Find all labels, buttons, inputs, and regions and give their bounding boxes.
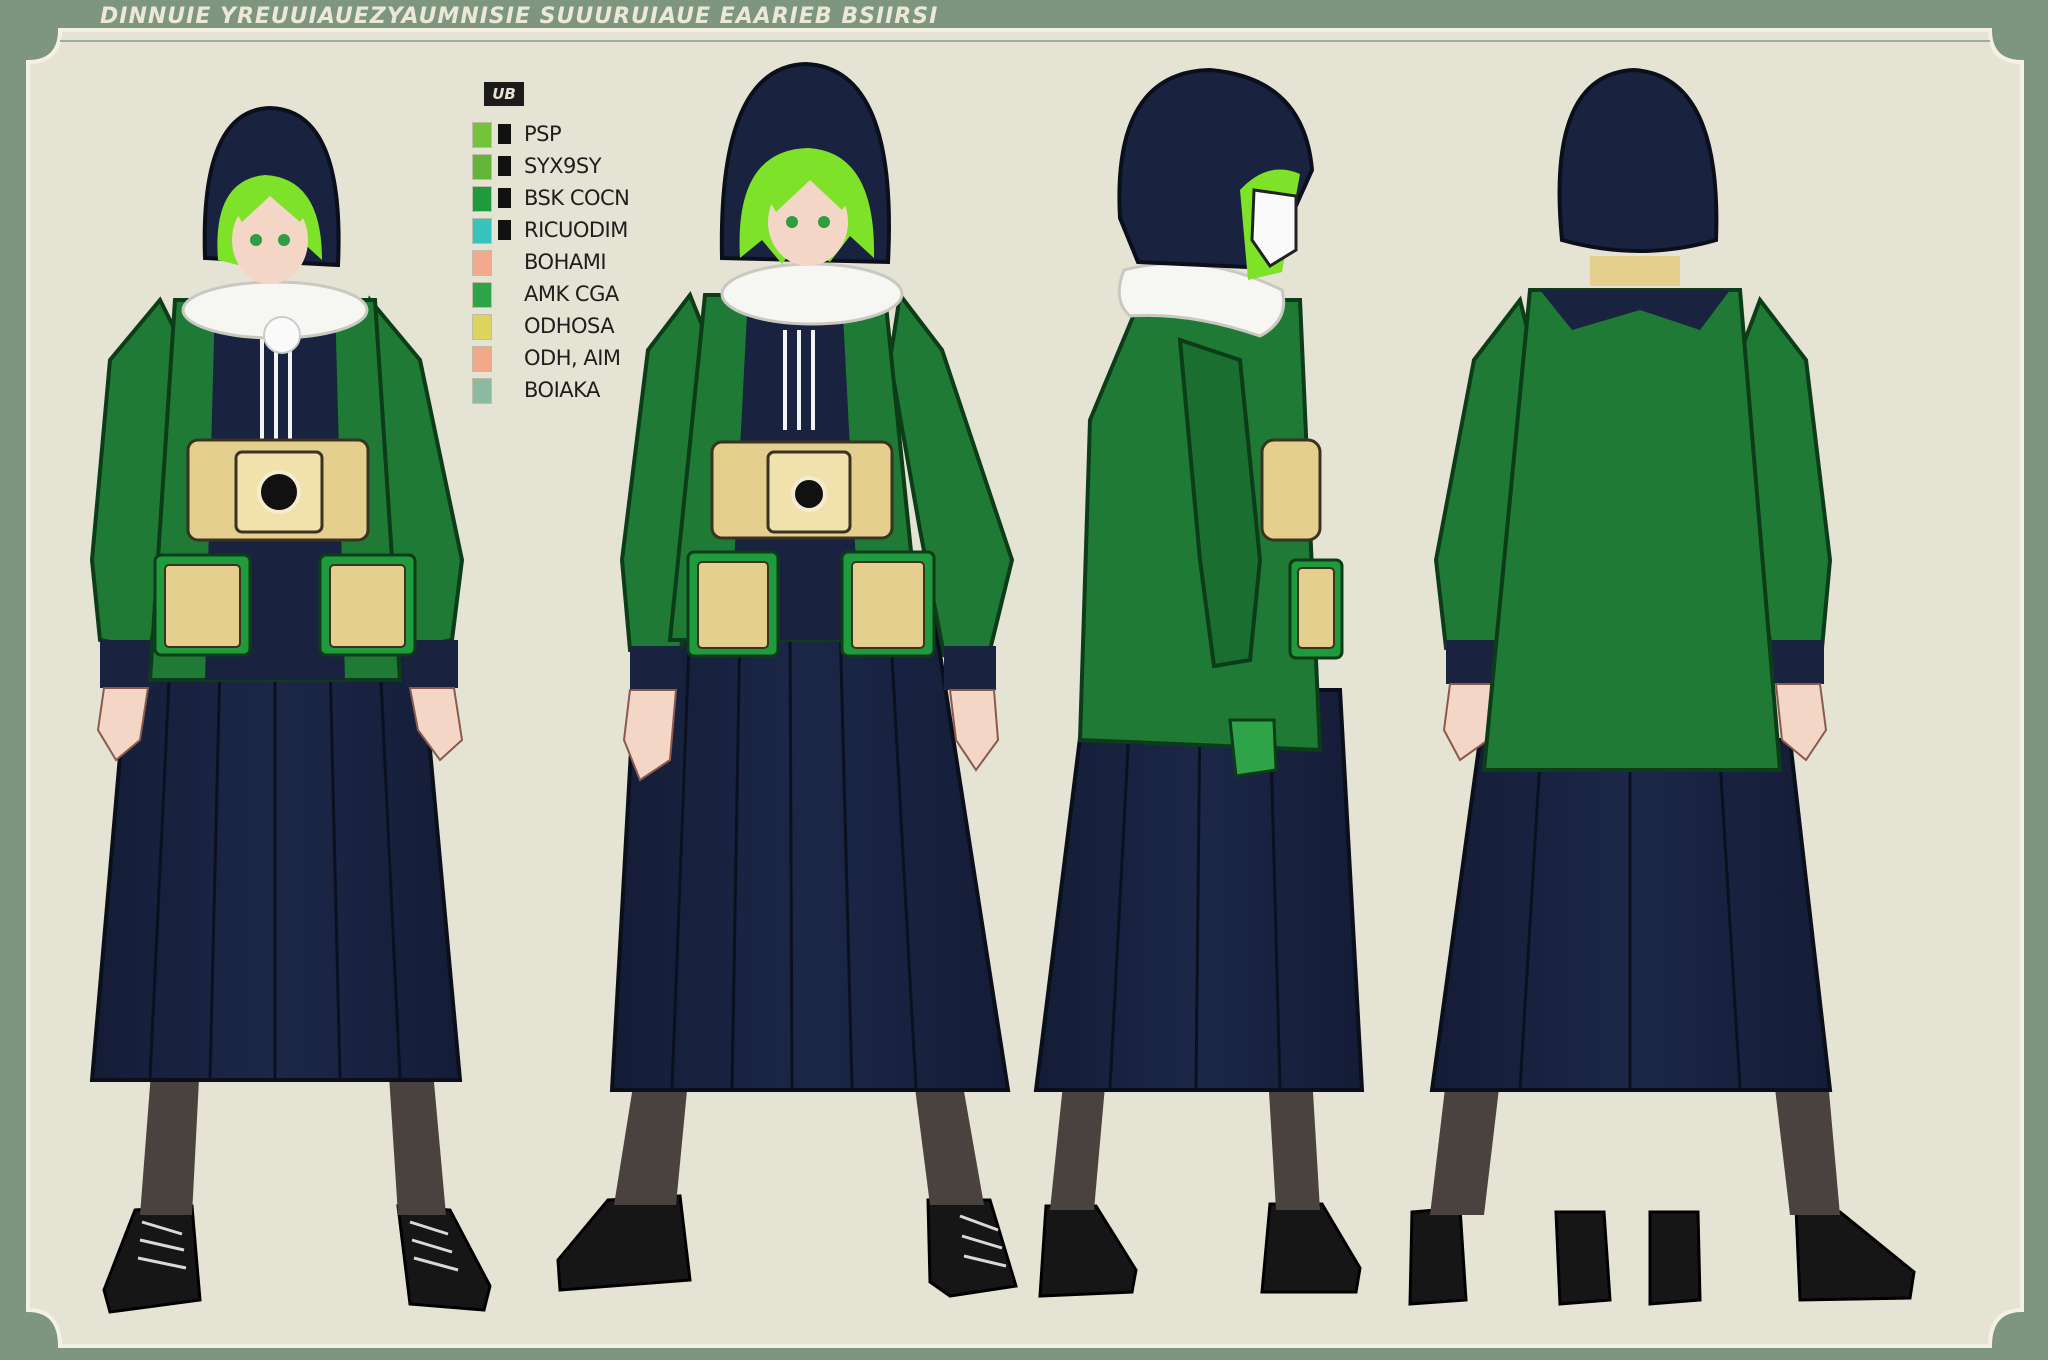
cuff-right	[944, 646, 996, 690]
swatch-color	[472, 250, 492, 276]
cuff-left	[1446, 640, 1498, 684]
swatch-label: PSP	[524, 122, 562, 146]
header-rule	[60, 40, 1990, 42]
swatch-label: ODHOSA	[524, 314, 615, 338]
swatch-dark	[498, 156, 511, 176]
palette-heading: UB	[484, 82, 524, 106]
swatch-label: RICUODIM	[524, 218, 628, 242]
swatch-label: BOIAKA	[524, 378, 600, 402]
eye-right	[278, 234, 290, 246]
cuff-left	[100, 640, 154, 688]
palette-swatch: BOIAKA	[472, 378, 672, 404]
swatch-color	[472, 122, 492, 148]
cuff-left	[630, 646, 682, 690]
palette-swatch: AMK CGA	[472, 282, 672, 308]
swatch-label: SYX9SY	[524, 154, 602, 178]
swatch-color	[472, 282, 492, 308]
palette-swatch: BSK COCN	[472, 186, 672, 212]
swatch-color	[472, 154, 492, 180]
character-sheet	[0, 0, 2048, 1360]
lens-icon	[257, 470, 301, 514]
fur-collar	[720, 262, 904, 326]
swatch-label: BSK COCN	[524, 186, 630, 210]
swatch-color	[472, 218, 492, 244]
belt-bag	[1260, 438, 1322, 542]
collar	[1590, 256, 1680, 286]
swatch-dark	[498, 188, 511, 208]
swatch-color	[472, 346, 492, 372]
palette-swatch: RICUODIM	[472, 218, 672, 244]
sheet-title: DINNUIE YREUUIAUEZYAUMNISIE SUUURUIAUE E…	[100, 4, 939, 29]
palette-swatch: ODH, AIM	[472, 346, 672, 372]
eye-left	[786, 216, 798, 228]
swatch-color	[472, 186, 492, 212]
coat	[1481, 288, 1783, 772]
eye-right	[818, 216, 830, 228]
palette-swatch: PSP	[472, 122, 672, 148]
glove	[1228, 718, 1278, 778]
swatch-label: BOHAMI	[524, 250, 607, 274]
lens-icon	[791, 476, 827, 512]
swatch-dark	[498, 220, 511, 240]
palette-swatch: BOHAMI	[472, 250, 672, 276]
swatch-color	[472, 378, 492, 404]
palette-swatch: SYX9SY	[472, 154, 672, 180]
pompom	[263, 316, 301, 354]
swatch-label: ODH, AIM	[524, 346, 621, 370]
swatch-dark	[498, 124, 511, 144]
swatch-label: AMK CGA	[524, 282, 619, 306]
palette-swatch: ODHOSA	[472, 314, 672, 340]
eye-left	[250, 234, 262, 246]
cuff-right	[1772, 640, 1824, 684]
swatch-color	[472, 314, 492, 340]
